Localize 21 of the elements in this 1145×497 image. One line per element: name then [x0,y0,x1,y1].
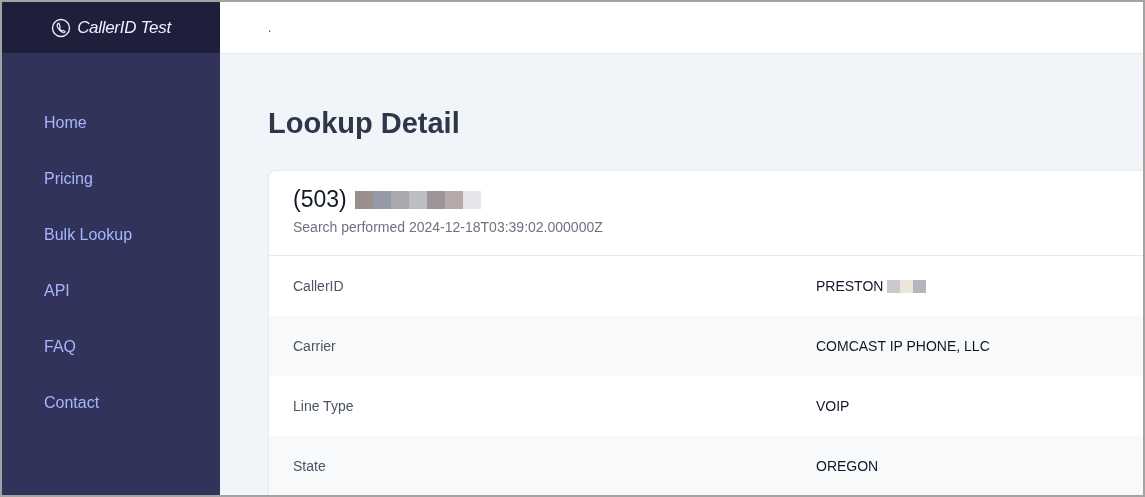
nav-link[interactable]: Pricing [2,151,220,207]
field-value: COMCAST IP PHONE, LLC [816,338,990,354]
nav-link[interactable]: API [2,263,220,319]
field-label: State [292,458,327,474]
brand-title: CallerID Test [77,17,171,38]
field-label: CallerID [292,278,345,294]
nav-link[interactable]: Home [2,95,220,151]
nav-link[interactable]: Bulk Lookup [2,207,220,263]
phone-number: (503) [293,186,347,213]
header-link[interactable]: . [268,20,272,35]
page-title: Lookup Detail [268,106,461,141]
field-value: OREGON [816,458,879,474]
field-label: Carrier [292,338,337,354]
search-timestamp: Search performed 2024-12-18T03:39:02.000000Z [293,219,604,235]
field-value: VOIP [816,398,850,414]
phone-icon [51,17,72,38]
redacted-text [887,279,927,293]
field-label: Line Type [292,398,355,414]
nav-link[interactable]: FAQ [2,319,220,375]
field-value: PRESTON [816,278,884,294]
nav-link[interactable]: Contact [2,375,220,431]
